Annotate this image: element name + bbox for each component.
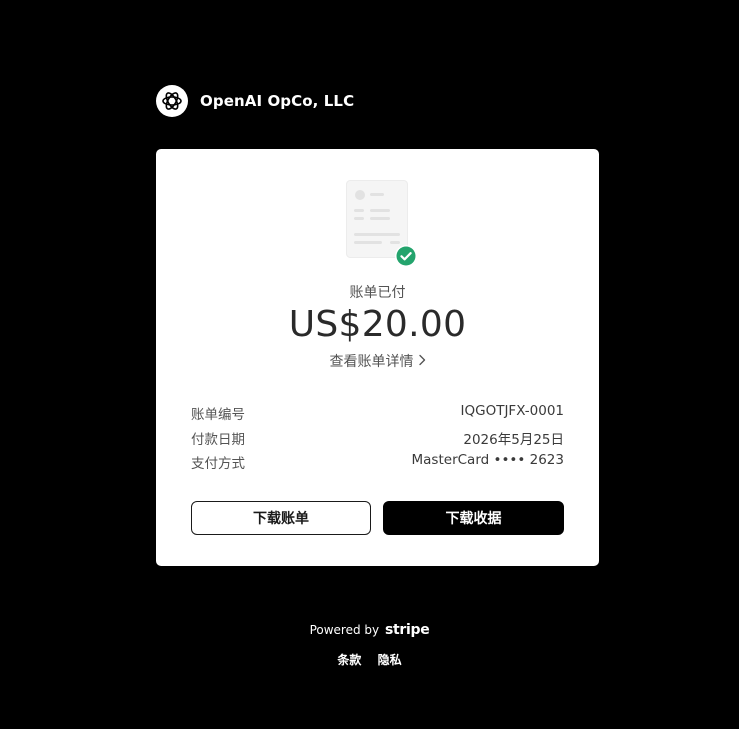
chevron-right-icon xyxy=(418,354,426,370)
footer-links: 条款 隐私 xyxy=(0,651,739,668)
view-invoice-details-link[interactable]: 查看账单详情 xyxy=(156,351,599,371)
payment-status: 账单已付 xyxy=(349,285,406,301)
info-value: IQGOTJFX-0001 xyxy=(460,403,565,419)
download-invoice-button[interactable]: 下载账单 xyxy=(191,501,371,535)
merchant-name: OpenAI OpCo, LLC xyxy=(200,92,355,110)
download-receipt-button[interactable]: 下载收据 xyxy=(383,501,564,535)
invoice-amount: US$20.00 xyxy=(288,304,467,345)
info-value: 2026年5月25日 xyxy=(463,431,564,448)
details-link-label: 查看账单详情 xyxy=(329,354,414,370)
info-row-invoice-number: 账单编号 IQGOTJFX-0001 xyxy=(191,403,564,428)
terms-link[interactable]: 条款 xyxy=(337,653,361,667)
info-row-payment-date: 付款日期 2026年5月25日 xyxy=(191,428,564,453)
invoice-card: 账单已付 US$20.00 查看账单详情 账单编号 IQGOTJFX-0001 … xyxy=(156,149,599,566)
merchant-header: OpenAI OpCo, LLC xyxy=(156,85,354,117)
invoice-info: 账单编号 IQGOTJFX-0001 付款日期 2026年5月25日 支付方式 … xyxy=(191,403,564,477)
info-label: 付款日期 xyxy=(191,431,245,448)
privacy-link[interactable]: 隐私 xyxy=(378,653,402,667)
info-value: MasterCard •••• 2623 xyxy=(411,452,564,468)
openai-logo-icon xyxy=(156,85,188,117)
powered-by-label: Powered by xyxy=(309,623,380,637)
invoice-page: OpenAI OpCo, LLC 账单已付 US$20.00 查看账单详情 账单… xyxy=(0,0,739,729)
info-label: 支付方式 xyxy=(191,456,245,472)
stripe-logo: stripe xyxy=(384,622,430,638)
info-row-payment-method: 支付方式 MasterCard •••• 2623 xyxy=(191,452,564,477)
info-label: 账单编号 xyxy=(191,407,245,423)
powered-by-stripe[interactable]: Powered by stripe xyxy=(0,622,739,638)
invoice-paid-icon xyxy=(346,180,418,268)
